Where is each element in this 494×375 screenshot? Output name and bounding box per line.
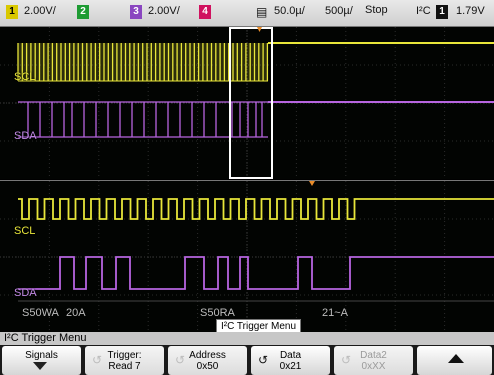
trigger-marker-icon [257,27,262,32]
upper-sda-label: SDA [14,130,37,142]
ch3-scale[interactable]: 2.00V/ [148,5,180,17]
main-waveform-plot [0,27,494,179]
time-per-div[interactable]: 50.0µ/ [274,5,305,17]
zoom-time-per-div[interactable]: 500µ/ [325,5,353,17]
trigger-source[interactable]: 1 [436,5,448,19]
down-arrow-icon [33,362,47,370]
ch1-scale[interactable]: 2.00V/ [24,5,56,17]
menu-title: I²C Trigger Menu [0,332,494,345]
softkey-value: Read 7 [108,361,141,372]
up-arrow-icon [448,354,464,363]
signals-softkey[interactable]: Signals [2,346,81,375]
lower-scl-label: SCL [14,225,36,237]
softkey-label: Address [189,350,226,361]
decode-packet: 21~A [322,307,348,319]
ch3-indicator[interactable]: 3 [130,5,142,19]
zoom-waveform-window: SCL SDA S50WA 20A S50RA 21~A [0,180,494,333]
back-softkey[interactable] [417,346,492,375]
trigger-marker-icon [309,181,315,186]
ch1-indicator[interactable]: 1 [6,5,18,19]
trigger-level[interactable]: 1.79V [456,5,485,17]
status-bar: 1 2.00V/ 2 3 2.00V/ 4 ▤ 50.0µ/ 500µ/ Sto… [0,0,494,27]
zoom-scl-trace [18,198,494,220]
upper-scl-label: SCL [14,71,36,83]
softkey-label: Trigger: [107,350,142,361]
ch4-indicator[interactable]: 4 [199,5,211,19]
main-waveform-window: SCL SDA [0,27,494,179]
address-softkey[interactable]: ↺ Address 0x50 [168,346,247,375]
lower-sda-label: SDA [14,287,37,299]
softkey-label: Data [279,350,302,361]
softkey-value: 0x50 [196,361,219,372]
decode-packet: 20A [66,307,86,319]
zoom-sda-trace [18,256,494,290]
softkey-value: 0xXX [361,361,386,372]
softkey-label: Data2 [360,350,387,361]
ch2-indicator[interactable]: 2 [77,5,89,19]
trigger-type-softkey[interactable]: ↺ Trigger: Read 7 [85,346,164,375]
run-state[interactable]: Stop [365,4,388,16]
zoom-icon: ▤ [256,5,268,19]
data-softkey[interactable]: ↺ Data 0x21 [251,346,330,375]
softkey-value: 0x21 [279,361,302,372]
softkey-menu: I²C Trigger Menu Signals ↺ Trigger: Read… [0,332,494,375]
decode-packet: S50WA [22,307,59,319]
softkey-label: Signals [25,350,58,361]
data2-softkey[interactable]: ↺ Data2 0xXX [334,346,413,375]
trigger-type[interactable]: I²C [416,5,431,17]
decode-packet: S50RA [200,307,235,319]
